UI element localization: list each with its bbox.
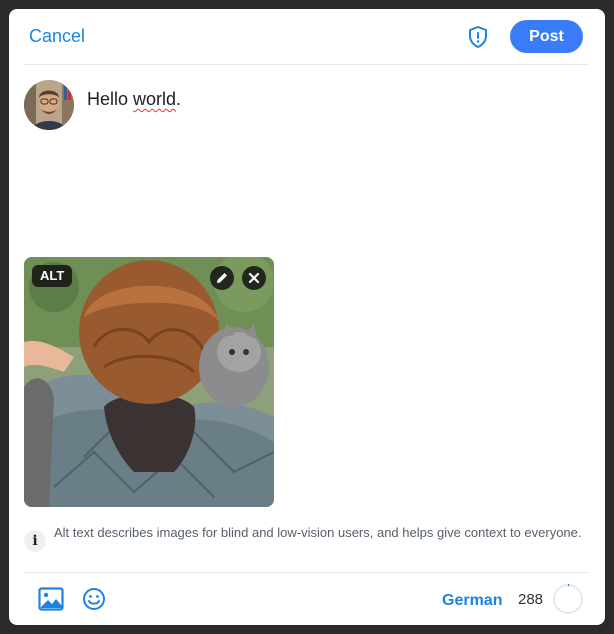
post-text-input[interactable]: Hello world. xyxy=(87,89,181,110)
avatar xyxy=(24,80,74,130)
post-text-part: . xyxy=(176,89,182,109)
dialog-header: Cancel Post xyxy=(9,9,605,65)
edit-media-button[interactable] xyxy=(210,266,234,290)
attached-photo xyxy=(24,257,274,507)
compose-dialog: Cancel Post Hello world. ALT i Alt text … xyxy=(9,9,605,625)
character-progress-ring xyxy=(552,583,584,620)
image-icon[interactable] xyxy=(38,587,64,616)
remove-media-button[interactable] xyxy=(242,266,266,290)
header-divider xyxy=(24,64,589,65)
alt-text-badge[interactable]: ALT xyxy=(32,265,73,287)
language-selector[interactable]: German xyxy=(442,592,502,610)
media-attachment[interactable]: ALT xyxy=(24,257,274,507)
character-count: 288 xyxy=(518,591,544,608)
info-icon: i xyxy=(24,530,46,552)
post-text-part: Hello xyxy=(87,89,134,109)
post-button[interactable]: Post xyxy=(510,20,583,53)
alt-text-info-text: Alt text describes images for blind and … xyxy=(54,525,582,540)
cancel-button[interactable]: Cancel xyxy=(29,26,85,47)
emoji-icon[interactable] xyxy=(82,587,106,616)
footer-divider xyxy=(24,572,589,573)
post-text-misspelled-word: world xyxy=(133,89,177,109)
shield-alert-icon[interactable] xyxy=(466,25,490,49)
